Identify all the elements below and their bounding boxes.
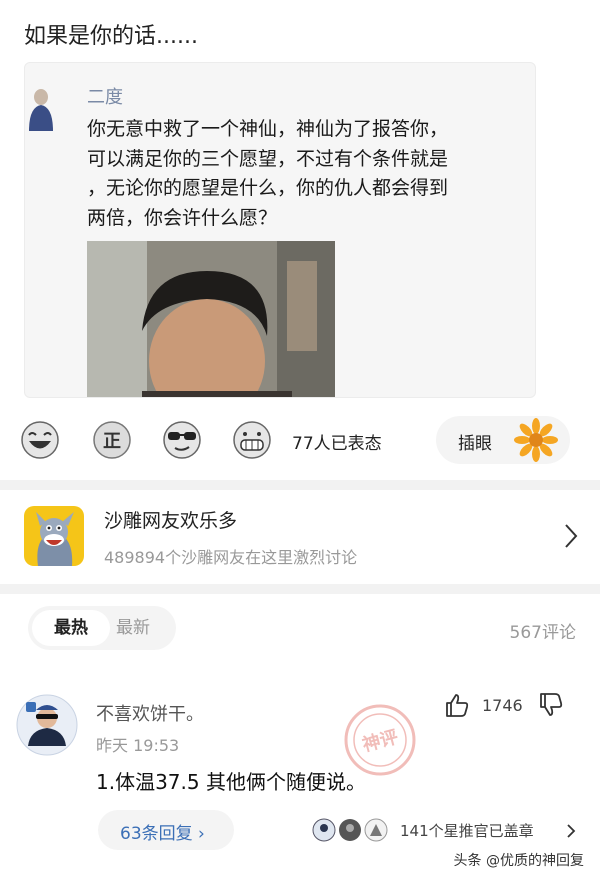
sunflower-icon [514, 418, 558, 462]
god-comment-stamp: 神评 [344, 704, 416, 776]
endorsement-text: 141个星推官已盖章 [400, 822, 534, 840]
comment-count: 567评论 [509, 623, 576, 643]
reaction-count: 77人已表态 [292, 434, 382, 454]
group-avatar [24, 506, 84, 566]
comment-username[interactable]: 不喜欢饼干。 [96, 700, 204, 726]
endorser-avatar [339, 819, 361, 841]
group-name: 沙雕网友欢乐多 [104, 510, 238, 532]
group-card[interactable]: 沙雕网友欢乐多 489894个沙雕网友在这里激烈讨论 [0, 492, 600, 582]
endorser-avatar [364, 818, 388, 842]
svg-text:神评: 神评 [360, 726, 400, 757]
tab-hottest[interactable]: 最热 [32, 610, 110, 646]
chame-label: 插眼 [458, 434, 492, 454]
thumbs-down-icon[interactable] [538, 692, 564, 718]
quote-question: 你无意中救了一个神仙，神仙为了报答你， 可以满足你的三个愿望，不过有个条件就是 … [87, 115, 529, 233]
sunglasses-emoji-icon[interactable] [162, 420, 202, 460]
tab-newest[interactable]: 最新 [116, 610, 150, 646]
cropped-icon-fragment [28, 0, 48, 4]
grinning-emoji-icon[interactable] [232, 420, 272, 460]
thumbs-up-icon[interactable] [444, 692, 470, 718]
chevron-right-icon[interactable] [562, 522, 580, 550]
comment-sort-tabs: 最热 最新 [28, 606, 176, 650]
reply-count-label: 63条回复 › [120, 824, 205, 844]
view-replies-button[interactable]: 63条回复 › [98, 810, 234, 850]
question-line: 两倍，你会许什么愿？ [87, 206, 278, 229]
endorsement-row[interactable]: 141个星推官已盖章 [312, 816, 582, 846]
group-description: 489894个沙雕网友在这里激烈讨论 [104, 548, 358, 567]
endorser-avatar [312, 818, 336, 842]
post-title: 如果是你的话...... [24, 24, 198, 49]
section-divider [0, 480, 600, 490]
svg-text:正: 正 [103, 431, 121, 452]
quote-author: 二度 [87, 87, 123, 108]
question-line: ，无论你的愿望是什么，你的仇人都会得到 [87, 177, 449, 199]
section-divider [0, 584, 600, 594]
like-count: 1746 [482, 696, 523, 715]
zheng-emoji-icon[interactable]: 正 [92, 420, 132, 460]
chevron-right-icon [567, 824, 576, 838]
comment-time: 昨天 19:53 [96, 736, 180, 755]
reaction-bar: 正 77人已表态 插眼 [0, 410, 600, 470]
source-watermark: 头条 @优质的神回复 [453, 853, 584, 869]
comment-text: 1.体温37.5 其他俩个随便说。 [96, 770, 366, 794]
question-line: 可以满足你的三个愿望，不过有个条件就是 [87, 147, 449, 170]
laughing-emoji-icon[interactable] [20, 420, 60, 460]
movie-still-image[interactable] [87, 241, 335, 398]
commenter-avatar[interactable] [16, 694, 78, 756]
comment-item: 不喜欢饼干。 昨天 19:53 1.体温37.5 其他俩个随便说。 神评 174… [0, 690, 600, 860]
author-avatar[interactable] [27, 87, 53, 131]
question-line: 你无意中救了一个神仙，神仙为了报答你， [87, 118, 449, 140]
chame-button[interactable]: 插眼 [436, 416, 570, 464]
quoted-question-card[interactable]: 二度 你无意中救了一个神仙，神仙为了报答你， 可以满足你的三个愿望，不过有个条件… [24, 62, 536, 398]
